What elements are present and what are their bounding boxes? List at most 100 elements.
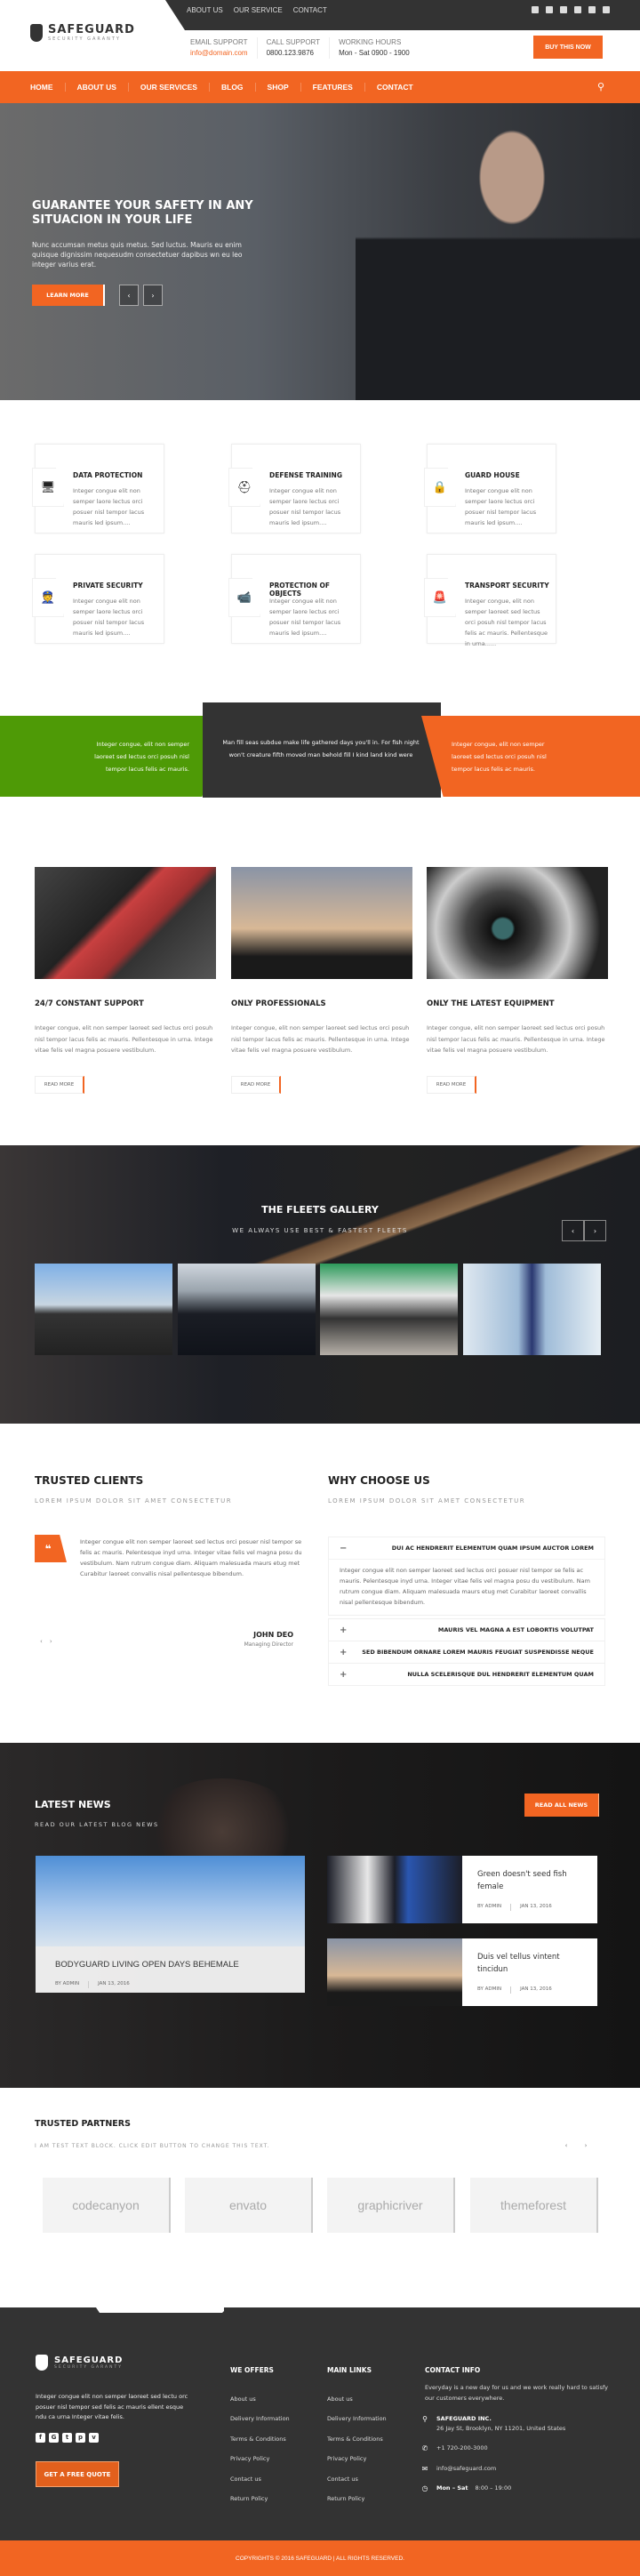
main-link[interactable]: Return Policy [327,2495,364,2502]
news-post-title[interactable]: BODYGUARD LIVING OPEN DAYS BEHEMALE [55,1960,239,1970]
nav-services[interactable]: OUR SERVICES [127,83,209,92]
call-support: CALL SUPPORT 0800.123.9876 [256,37,329,59]
news-title: LATEST NEWS [35,1799,111,1810]
contact-hours: ◷ Mon – Sat 8:00 – 19:00 [420,2484,512,2493]
offers-link[interactable]: Delivery Information [230,2415,290,2422]
phone-icon: ✆ [421,2444,428,2452]
facebook-icon[interactable]: f [36,2433,45,2443]
feature-card[interactable]: 📹 PROTECTION OF OBJECTS Integer congue e… [228,554,361,644]
testimonial-nav: ‹› [40,1638,60,1645]
news-image[interactable] [327,1856,462,1923]
main-link[interactable]: About us [327,2395,353,2403]
vimeo-icon[interactable]: v [89,2433,99,2443]
service-image-keyboard [35,867,216,979]
partner-logo-graphicriver[interactable]: graphicriver [327,2178,455,2233]
facebook-icon[interactable] [532,6,539,13]
accordion-header[interactable]: − DUI AC HENDRERIT ELEMENTUM QUAM IPSUM A… [329,1537,604,1559]
read-all-news-button[interactable]: READ ALL NEWS [524,1794,599,1817]
gallery-image[interactable] [178,1264,316,1355]
vimeo-icon[interactable] [560,6,567,13]
main-link[interactable]: Contact us [327,2476,358,2483]
hero-prev-button[interactable]: ‹ [119,285,139,306]
twitter-icon[interactable] [574,6,581,13]
news-image[interactable] [327,1938,462,2006]
offers-link[interactable]: Privacy Policy [230,2455,269,2462]
learn-more-button[interactable]: LEARN MORE [32,285,105,306]
nav-home[interactable]: HOME [30,83,65,92]
youtube-icon[interactable] [546,6,553,13]
main-link[interactable]: Terms & Conditions [327,2436,383,2443]
gallery-image[interactable] [35,1264,172,1355]
partners-nav: ‹ › [556,2137,596,2155]
feature-card[interactable]: 🚨 TRANSPORT SECURITY Integer congue, eli… [424,554,556,647]
main-link[interactable]: Delivery Information [327,2415,387,2422]
phone-text[interactable]: +1 720-200-3000 [436,2444,488,2453]
nav-features[interactable]: FEATURES [300,83,364,92]
news-post-title[interactable]: Duis vel tellus vintent tincidun [477,1951,584,1976]
call-support-value: 0800.123.9876 [266,49,314,57]
google-plus-icon[interactable] [588,6,596,13]
copyright-bar: COPYRIGHTS © 2016 SAFEGUARD | ALL RIGHTS… [0,2540,640,2576]
envelope-icon: ✉ [421,2465,428,2473]
nav-shop[interactable]: SHOP [254,83,300,92]
top-link-contact[interactable]: CONTACT [293,6,327,14]
footer-brand-tagline: SECURITY GARANTY [54,2365,123,2370]
feature-card[interactable]: 🔒 GUARD HOUSE Integer congue elit non se… [424,444,556,534]
offers-link[interactable]: About us [230,2395,256,2403]
offers-link[interactable]: Contact us [230,2476,261,2483]
contact-info-text: Everyday is a new day for us and we work… [425,2384,608,2402]
search-icon[interactable]: ⚲ [597,81,604,92]
service-text: Integer congue, elit non semper laoreet … [231,1024,410,1054]
offers-link[interactable]: Return Policy [230,2495,268,2502]
accordion-body: Integer congue elit non semper laoreet s… [329,1559,604,1615]
google-plus-icon[interactable]: G [49,2433,59,2443]
logo[interactable]: SAFEGUARD SECURITY GARANTY [30,23,135,42]
offers-link[interactable]: Terms & Conditions [230,2436,286,2443]
accordion-title: NULLA SCELERISQUE DUL HENDRERIT ELEMENTU… [407,1671,594,1678]
accordion-header[interactable]: + NULLA SCELERISQUE DUL HENDRERIT ELEMENT… [329,1664,604,1685]
top-link-about[interactable]: ABOUT US [187,6,223,14]
feature-card[interactable]: 👮 PRIVATE SECURITY Integer congue elit n… [32,554,164,644]
buy-now-button[interactable]: BUY THIS NOW [533,36,603,59]
main-link[interactable]: Privacy Policy [327,2455,366,2462]
plus-icon: + [340,1625,348,1635]
accordion-header[interactable]: + MAURIS VEL MAGNA A EST LOBORTIS VOLUTPA… [329,1619,604,1641]
nav-contact[interactable]: CONTACT [364,83,425,92]
gallery-image[interactable] [320,1264,458,1355]
read-more-button[interactable]: READ MORE [35,1076,84,1094]
news-post-title[interactable]: Green doesn't seed fish female [477,1868,584,1893]
pinterest-icon[interactable]: p [76,2433,85,2443]
get-quote-button[interactable]: GET A FREE QUOTE [36,2461,119,2487]
brand-name: SAFEGUARD [48,23,135,36]
testimonial-prev-button[interactable]: ‹ [40,1638,50,1645]
hero-next-button[interactable]: › [143,285,163,306]
nav-about[interactable]: ABOUT US [64,83,128,92]
news-image[interactable] [36,1856,305,1946]
clients-title: TRUSTED CLIENTS [35,1474,144,1487]
feature-card[interactable]: 🖥 DATA PROTECTION Integer congue elit no… [32,444,164,534]
main-links-title: MAIN LINKS [327,2366,372,2374]
testimonial-next-button[interactable]: › [50,1638,60,1645]
partners-prev-button[interactable]: ‹ [565,2142,568,2149]
nav-blog[interactable]: BLOG [208,83,255,92]
footer-about-text: Integer congue elit non semper laoreet s… [36,2393,188,2420]
tumblr-icon[interactable] [603,6,610,13]
email-support-value[interactable]: info@domain.com [190,48,248,59]
partner-logo-envato[interactable]: envato [185,2178,313,2233]
partners-next-button[interactable]: › [585,2142,588,2149]
twitter-icon[interactable]: t [62,2433,72,2443]
footer-logo[interactable]: SAFEGUARD SECURITY GARANTY [36,2355,123,2371]
top-link-service[interactable]: OUR SERVICE [234,6,283,14]
email-text[interactable]: info@safeguard.com [436,2464,496,2474]
read-more-button[interactable]: READ MORE [427,1076,476,1094]
gallery-image[interactable] [463,1264,601,1355]
gallery-prev-button[interactable]: ‹ [562,1220,584,1241]
feature-card[interactable]: ⛑ DEFENSE TRAINING Integer congue elit n… [228,444,361,534]
footer-brand-name: SAFEGUARD [54,2355,124,2365]
accordion-item: + NULLA SCELERISQUE DUL HENDRERIT ELEMENT… [328,1663,605,1686]
gallery-next-button[interactable]: › [584,1220,606,1241]
accordion-header[interactable]: + SED BIBENDUM ORNARE LOREM MAURIS FEUGIA… [329,1641,604,1663]
partner-logo-codecanyon[interactable]: codecanyon [43,2178,171,2233]
partner-logo-themeforest[interactable]: themeforest [470,2178,598,2233]
read-more-button[interactable]: READ MORE [231,1076,281,1094]
